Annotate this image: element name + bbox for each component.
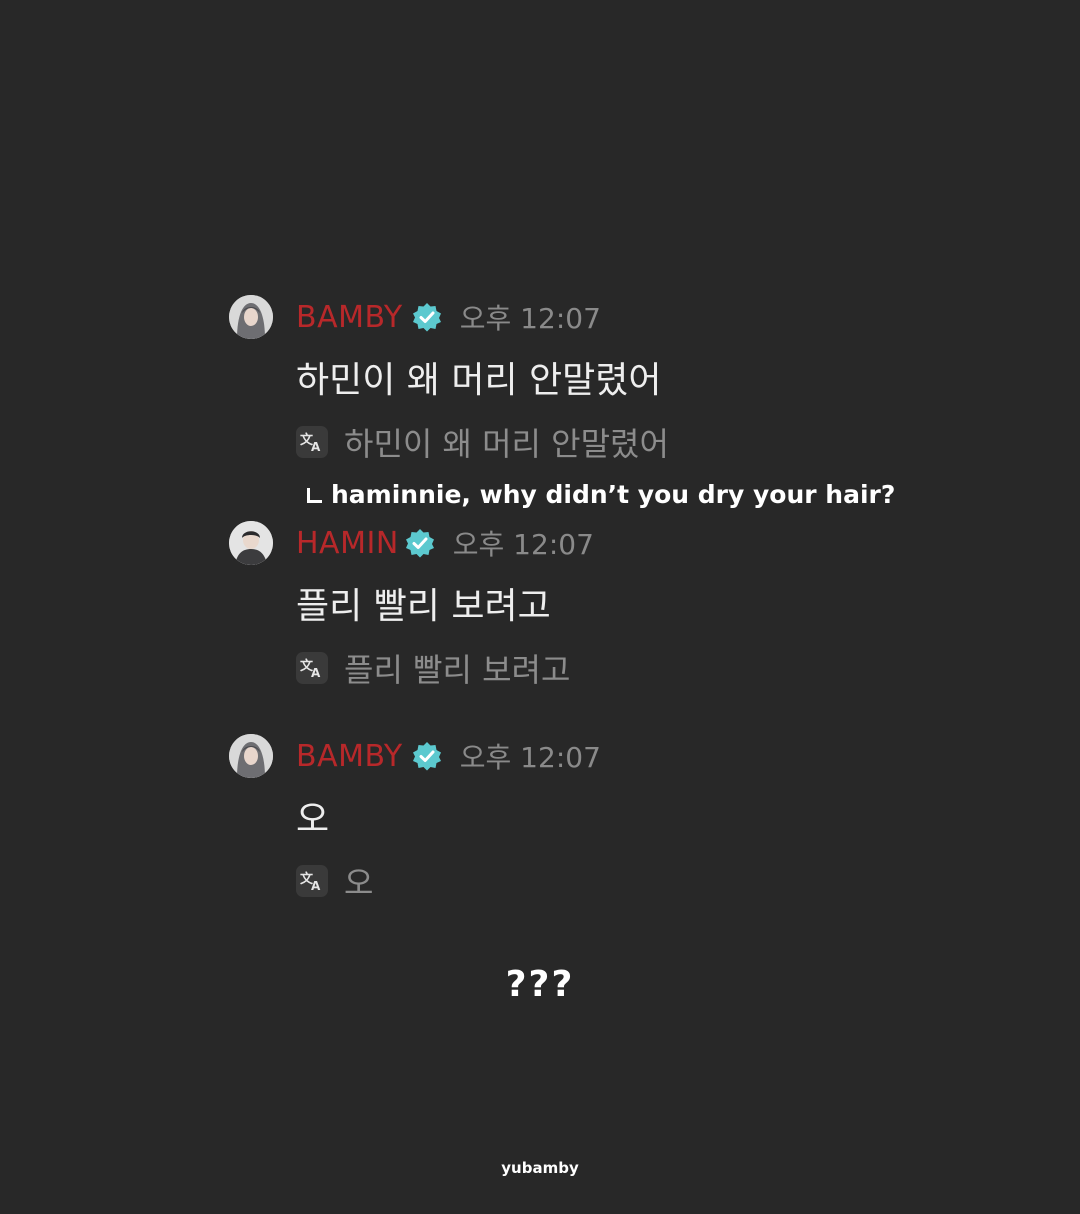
corner-mark-icon (307, 488, 322, 503)
translation-row: 文 A 오 (296, 858, 373, 904)
message-text: 오 (296, 799, 330, 840)
translate-icon[interactable]: 文 A (296, 426, 328, 458)
subtitle-caption: haminnie, why didn’t you dry your hair? (307, 480, 895, 509)
avatar[interactable] (229, 295, 273, 339)
svg-text:A: A (311, 879, 321, 893)
avatar[interactable] (229, 734, 273, 778)
translation-text: 하민이 왜 머리 안말렸어 (344, 425, 669, 463)
message-header: BAMBY 오후 12:07 (296, 295, 601, 339)
message-text: 하민이 왜 머리 안말렸어 (296, 360, 662, 401)
translate-icon[interactable]: 文 A (296, 865, 328, 897)
message-text: 플리 빨리 보려고 (296, 586, 551, 627)
username[interactable]: BAMBY (296, 739, 403, 774)
svg-text:A: A (311, 666, 321, 680)
verified-badge-icon (405, 528, 435, 558)
translation-row: 文 A 플리 빨리 보려고 (296, 645, 570, 691)
reaction-caption: ??? (505, 964, 575, 1005)
timestamp: 오후 12:07 (452, 528, 594, 561)
username[interactable]: BAMBY (296, 300, 403, 335)
avatar[interactable] (229, 521, 273, 565)
verified-badge-icon (412, 302, 442, 332)
message-header: HAMIN 오후 12:07 (296, 521, 594, 565)
timestamp: 오후 12:07 (459, 741, 601, 774)
username[interactable]: HAMIN (296, 526, 399, 561)
watermark: yubamby (501, 1159, 579, 1177)
subtitle-text: haminnie, why didn’t you dry your hair? (331, 480, 896, 509)
message-header: BAMBY 오후 12:07 (296, 734, 601, 778)
translation-text: 플리 빨리 보려고 (344, 651, 571, 689)
verified-badge-icon (412, 741, 442, 771)
svg-text:A: A (311, 440, 321, 454)
timestamp: 오후 12:07 (459, 302, 601, 335)
translation-row: 文 A 하민이 왜 머리 안말렸어 (296, 419, 669, 465)
translate-icon[interactable]: 文 A (296, 652, 328, 684)
translation-text: 오 (344, 864, 374, 902)
